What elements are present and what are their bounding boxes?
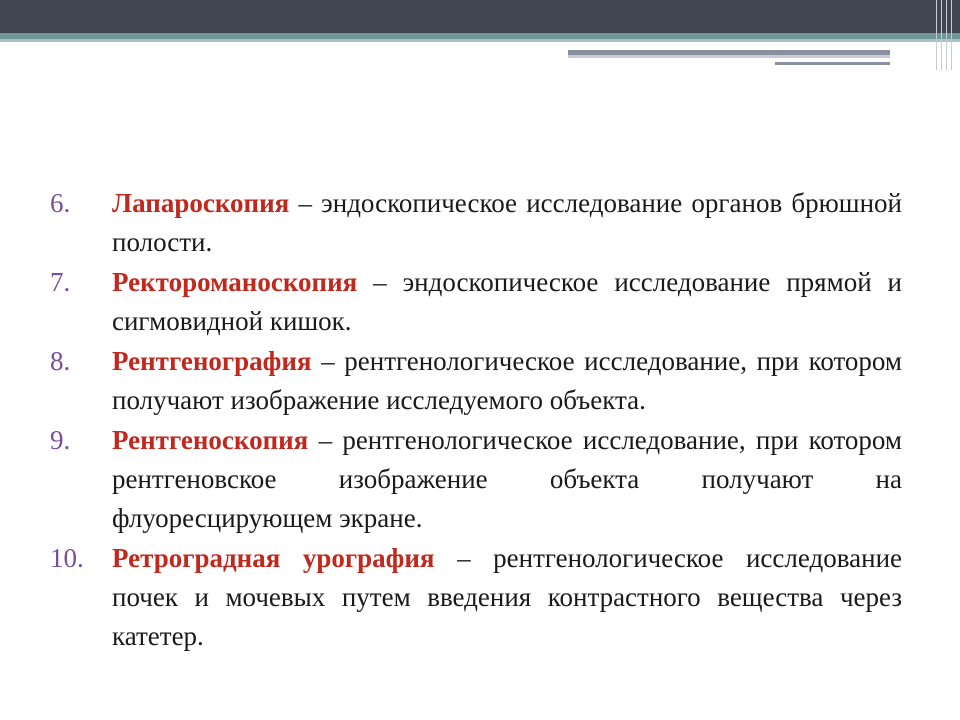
item-number: 6. — [50, 188, 71, 218]
list-item: 9. Рентгеноскопия – рентгенологическое и… — [50, 421, 902, 538]
item-body: Ретроградная урография – рентгенологичес… — [112, 539, 902, 656]
item-number: 8. — [50, 346, 71, 376]
item-number: 9. — [50, 425, 71, 455]
item-body: Лапароскопия – эндоскопическое исследова… — [112, 184, 902, 262]
header-bar — [0, 0, 960, 33]
item-body: Ректороманоскопия – эндоскопическое иссл… — [112, 263, 902, 341]
item-term: Ретроградная урография — [112, 543, 435, 573]
item-number: 10. — [50, 543, 84, 573]
item-body: Рентгеноскопия – рентгенологическое иссл… — [112, 421, 902, 538]
item-body: Рентгенография – рентгенологическое иссл… — [112, 342, 902, 420]
list-item: 10. Ретроградная урография – рентгенолог… — [50, 539, 902, 656]
item-number: 7. — [50, 267, 71, 297]
definition-list: 6. Лапароскопия – эндоскопическое исслед… — [50, 184, 902, 657]
item-term: Рентгеноскопия — [112, 425, 309, 455]
item-term: Рентгенография — [112, 346, 312, 376]
item-term: Лапароскопия — [112, 188, 290, 218]
decorative-vertical-lines — [932, 0, 960, 70]
list-item: 8. Рентгенография – рентгенологическое и… — [50, 342, 902, 420]
header-accent-thin-line — [0, 39, 960, 42]
decorative-bar-light — [568, 55, 890, 58]
list-item: 7. Ректороманоскопия – эндоскопическое и… — [50, 263, 902, 341]
item-term: Ректороманоскопия — [112, 267, 358, 297]
list-item: 6. Лапароскопия – эндоскопическое исслед… — [50, 184, 902, 262]
